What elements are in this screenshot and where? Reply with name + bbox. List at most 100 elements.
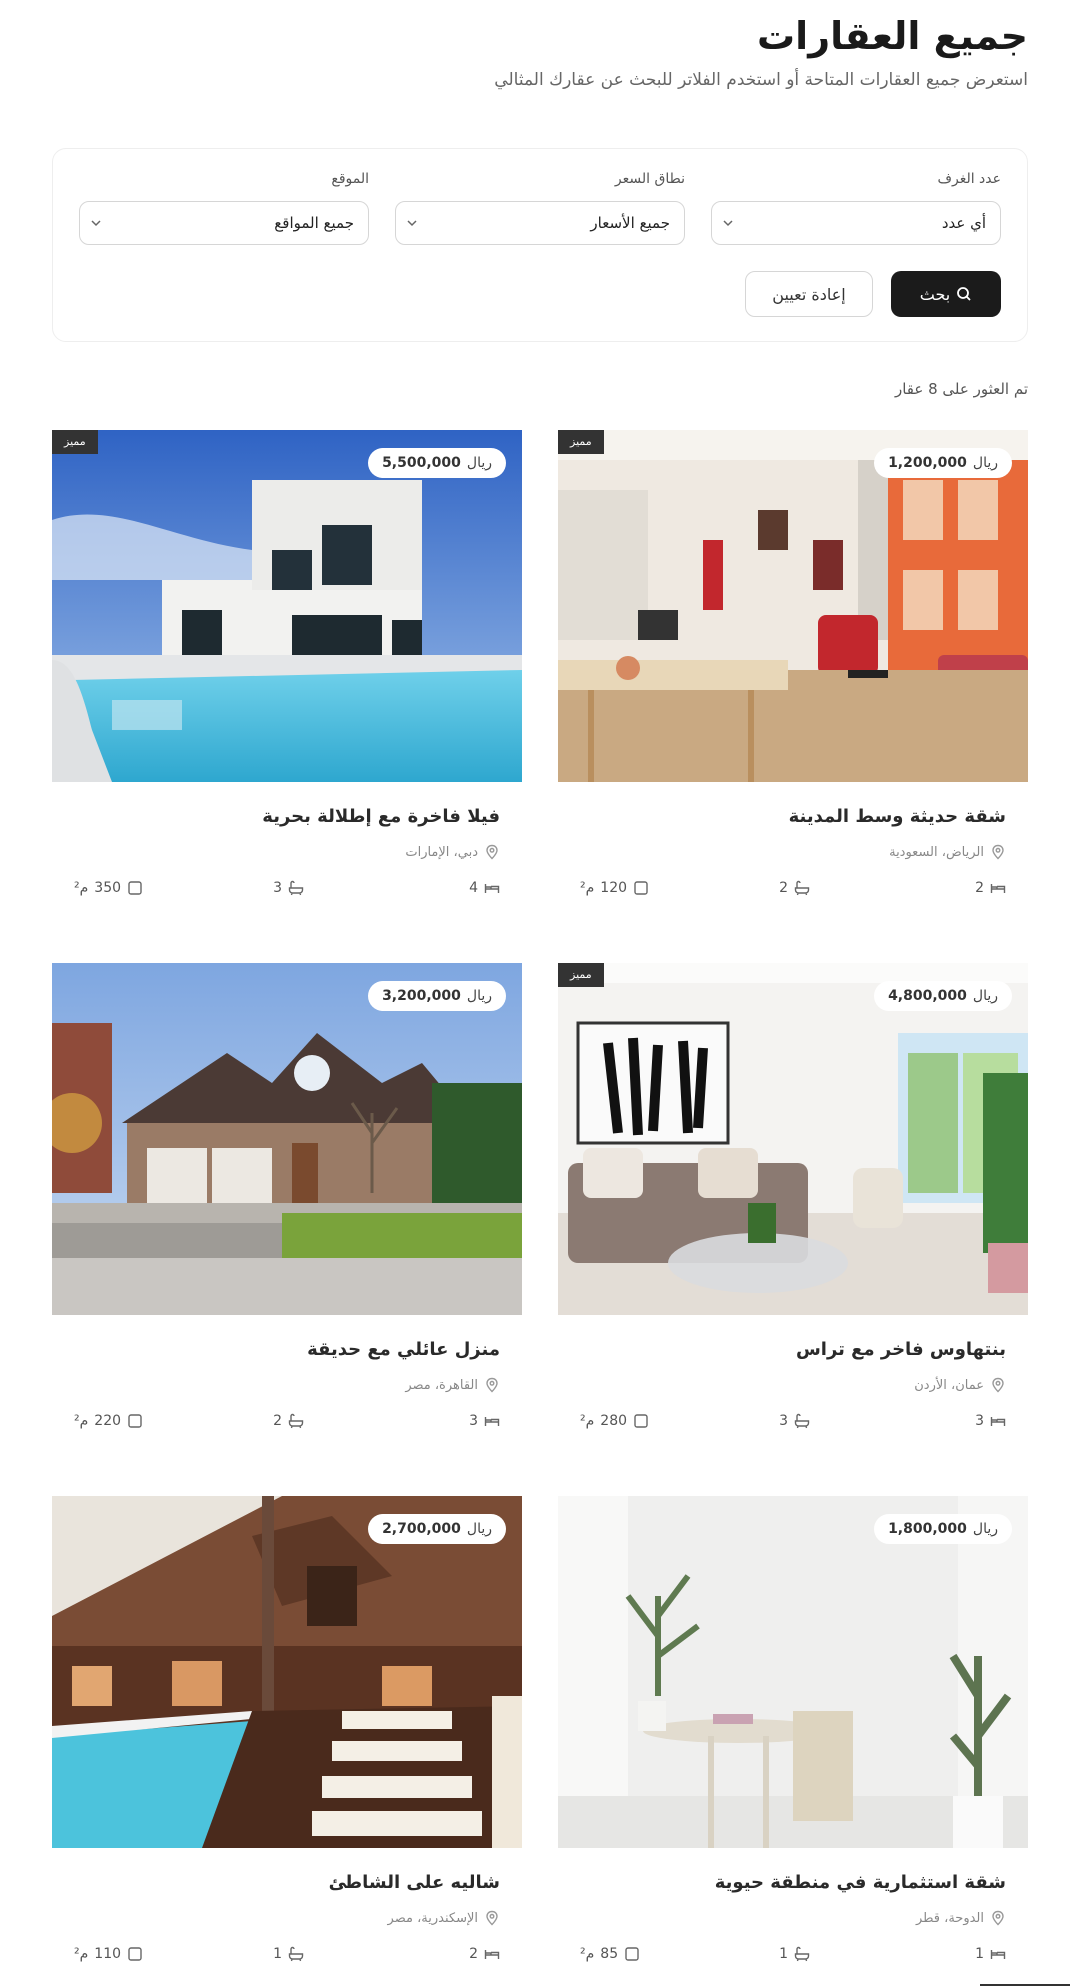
property-location: الرياض، السعودية [889, 844, 1006, 860]
filter-panel: عدد الغرف أي عدد نطاق السعر جميع الأسعار… [52, 148, 1028, 342]
bed-icon [990, 1417, 1006, 1426]
location-pin-icon [486, 1377, 498, 1393]
baths-stat: 2 [273, 1413, 304, 1429]
area-icon [128, 881, 142, 895]
rooms-select[interactable]: أي عدد [711, 201, 1001, 245]
beds-count: 1 [975, 1946, 984, 1962]
bed-icon [484, 884, 500, 893]
property-title[interactable]: فيلا فاخرة مع إطلالة بحرية [262, 806, 500, 827]
location-filter: الموقع جميع المواقع [79, 171, 369, 245]
area-stat: 85 م² [580, 1946, 640, 1962]
price-currency: ريال [972, 455, 998, 471]
location-select[interactable]: جميع المواقع [79, 201, 369, 245]
location-text: الرياض، السعودية [889, 844, 984, 860]
property-card[interactable]: ريال 1,800,000 شقة استثمارية في منطقة حي… [558, 1496, 1028, 1976]
search-button[interactable]: بحث [891, 271, 1001, 317]
chevron-down-icon [407, 220, 417, 227]
baths-count: 3 [273, 880, 282, 896]
bath-icon [794, 1413, 810, 1429]
rooms-select-value: أي عدد [941, 214, 986, 232]
property-stats: 2 2 120 م² [580, 880, 1006, 904]
location-select-value: جميع المواقع [274, 214, 354, 232]
featured-badge: مميز [52, 430, 98, 454]
property-title[interactable]: بنتهاوس فاخر مع تراس [796, 1339, 1006, 1360]
chevron-down-icon [723, 220, 733, 227]
property-photo[interactable]: مميز ريال 5,500,000 [52, 430, 522, 782]
area-unit: م² [580, 1946, 595, 1962]
price-tag: ريال 2,700,000 [368, 1514, 506, 1544]
area-unit: م² [580, 880, 595, 896]
location-text: القاهرة، مصر [405, 1377, 478, 1393]
beds-stat: 1 [975, 1946, 1006, 1962]
location-pin-icon [992, 1910, 1004, 1926]
area-value: 280 [600, 1413, 628, 1429]
search-button-label: بحث [919, 284, 951, 304]
area-icon [625, 1947, 639, 1961]
bed-icon [484, 1950, 500, 1959]
bath-icon [288, 880, 304, 896]
baths-stat: 1 [273, 1946, 304, 1962]
area-unit: م² [74, 880, 89, 896]
property-title[interactable]: منزل عائلي مع حديقة [307, 1339, 500, 1360]
results-count: تم العثور على 8 عقار [894, 380, 1028, 398]
location-text: دبي، الإمارات [405, 844, 478, 860]
reset-button-label: إعادة تعيين [772, 284, 846, 304]
price-tag: ريال 1,800,000 [874, 1514, 1012, 1544]
property-photo[interactable]: مميز ريال 4,800,000 [558, 963, 1028, 1315]
property-card[interactable]: مميز ريال 5,500,000 فيلا فاخرة مع إطلالة… [52, 430, 522, 910]
rooms-filter: عدد الغرف أي عدد [711, 171, 1001, 245]
property-photo[interactable]: مميز ريال 1,200,000 [558, 430, 1028, 782]
price-tag: ريال 4,800,000 [874, 981, 1012, 1011]
reset-button[interactable]: إعادة تعيين [745, 271, 873, 317]
page-title: جميع العقارات [756, 14, 1028, 58]
property-title[interactable]: شقة استثمارية في منطقة حيوية [715, 1872, 1006, 1893]
property-stats: 3 2 220 م² [74, 1413, 500, 1437]
search-icon [957, 287, 971, 301]
bed-icon [990, 1950, 1006, 1959]
property-location: دبي، الإمارات [405, 844, 500, 860]
property-location: الدوحة، قطر [916, 1910, 1006, 1926]
beds-stat: 2 [975, 880, 1006, 896]
area-stat: 220 م² [74, 1413, 143, 1429]
beds-count: 3 [469, 1413, 478, 1429]
bed-icon [990, 884, 1006, 893]
area-icon [634, 1414, 648, 1428]
bath-icon [288, 1946, 304, 1962]
property-location: القاهرة، مصر [405, 1377, 500, 1393]
baths-stat: 2 [779, 880, 810, 896]
price-currency: ريال [466, 1521, 492, 1537]
area-stat: 350 م² [74, 880, 143, 896]
area-unit: م² [74, 1413, 89, 1429]
price-value: 1,200,000 [888, 455, 967, 471]
bath-icon [288, 1413, 304, 1429]
property-location: عمان، الأردن [914, 1377, 1006, 1393]
location-pin-icon [992, 1377, 1004, 1393]
price-currency: ريال [466, 988, 492, 1004]
price-value: 4,800,000 [888, 988, 967, 1004]
price-value: 1,800,000 [888, 1521, 967, 1537]
property-title[interactable]: شقة حديثة وسط المدينة [789, 806, 1006, 827]
property-card[interactable]: ريال 3,200,000 منزل عائلي مع حديقة القاه… [52, 963, 522, 1443]
property-card[interactable]: مميز ريال 4,800,000 بنتهاوس فاخر مع تراس… [558, 963, 1028, 1443]
beds-count: 4 [469, 880, 478, 896]
property-title[interactable]: شاليه على الشاطئ [329, 1872, 500, 1893]
area-stat: 280 م² [580, 1413, 649, 1429]
bath-icon [794, 1946, 810, 1962]
price-tag: ريال 1,200,000 [874, 448, 1012, 478]
baths-stat: 3 [779, 1413, 810, 1429]
beds-stat: 3 [975, 1413, 1006, 1429]
location-pin-icon [486, 844, 498, 860]
property-photo[interactable]: ريال 2,700,000 [52, 1496, 522, 1848]
area-icon [128, 1414, 142, 1428]
price-currency: ريال [972, 1521, 998, 1537]
location-filter-label: الموقع [331, 171, 369, 187]
property-photo[interactable]: ريال 1,800,000 [558, 1496, 1028, 1848]
price-select[interactable]: جميع الأسعار [395, 201, 685, 245]
baths-count: 2 [779, 880, 788, 896]
beds-stat: 3 [469, 1413, 500, 1429]
baths-count: 1 [273, 1946, 282, 1962]
featured-badge: مميز [558, 963, 604, 987]
property-card[interactable]: مميز ريال 1,200,000 شقة حديثة وسط المدين… [558, 430, 1028, 910]
property-photo[interactable]: ريال 3,200,000 [52, 963, 522, 1315]
property-card[interactable]: ريال 2,700,000 شاليه على الشاطئ الإسكندر… [52, 1496, 522, 1976]
